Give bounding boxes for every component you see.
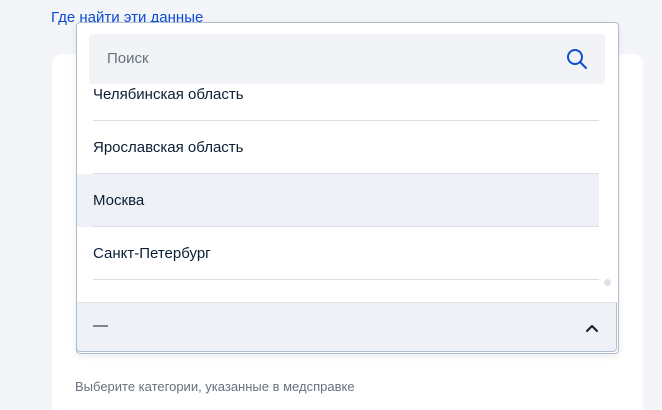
- search-input[interactable]: Поиск: [89, 34, 605, 84]
- list-item[interactable]: Ярославская область: [77, 121, 599, 174]
- list-item-label: Челябинская область: [93, 87, 244, 103]
- search-icon[interactable]: [565, 47, 589, 71]
- search-placeholder: Поиск: [107, 50, 149, 67]
- list-item-label: Санкт-Петербург: [93, 244, 211, 262]
- list-item[interactable]: Москва: [77, 174, 599, 227]
- list-item[interactable]: Челябинская область: [77, 87, 599, 121]
- divider: [93, 279, 599, 280]
- page: Где найти эти данные Поиск Челябинская о…: [0, 0, 662, 410]
- list-item[interactable]: Санкт-Петербург: [77, 227, 599, 280]
- list-item-label: Ярославская область: [93, 138, 244, 156]
- chevron-up-icon[interactable]: [584, 320, 600, 336]
- region-list[interactable]: Челябинская область Ярославская область …: [77, 87, 618, 299]
- region-select[interactable]: —: [76, 302, 617, 352]
- scrollbar-thumb[interactable]: [604, 279, 611, 286]
- select-value: —: [93, 317, 108, 334]
- hint-text: Выберите категории, указанные в медсправ…: [75, 379, 355, 394]
- list-item-label: Москва: [93, 191, 145, 209]
